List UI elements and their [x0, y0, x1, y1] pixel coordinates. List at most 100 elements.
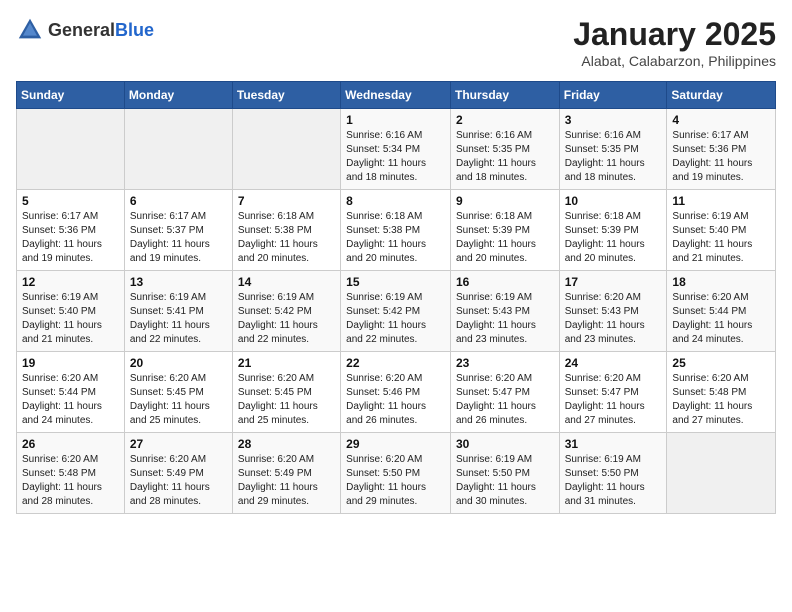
day-number: 25 — [672, 356, 770, 370]
day-cell: 22 Sunrise: 6:20 AMSunset: 5:46 PMDayligh… — [341, 352, 451, 433]
day-cell: 2 Sunrise: 6:16 AMSunset: 5:35 PMDaylight… — [450, 109, 559, 190]
day-number: 22 — [346, 356, 445, 370]
day-number: 2 — [456, 113, 554, 127]
week-row-3: 12 Sunrise: 6:19 AMSunset: 5:40 PMDayligh… — [17, 271, 776, 352]
day-cell: 30Sunrise: 6:19 AMSunset: 5:50 PMDayligh… — [450, 433, 559, 514]
day-number: 27 — [130, 437, 227, 451]
calendar-table: SundayMondayTuesdayWednesdayThursdayFrid… — [16, 81, 776, 514]
day-info: Sunrise: 6:19 AMSunset: 5:41 PMDaylight:… — [130, 291, 227, 347]
month-title: January 2025 — [573, 16, 776, 53]
logo: GeneralBlue — [16, 16, 154, 44]
day-number: 17 — [565, 275, 662, 289]
day-info: Sunrise: 6:20 AMSunset: 5:43 PMDaylight:… — [565, 291, 662, 347]
day-cell: 12 Sunrise: 6:19 AMSunset: 5:40 PMDayligh… — [17, 271, 125, 352]
day-number: 18 — [672, 275, 770, 289]
day-info: Sunrise: 6:20 AMSunset: 5:45 PMDaylight:… — [130, 372, 227, 428]
day-cell: 9 Sunrise: 6:18 AMSunset: 5:39 PMDaylight… — [450, 190, 559, 271]
logo-icon — [16, 16, 44, 44]
day-cell: 20Sunrise: 6:20 AMSunset: 5:45 PMDayligh… — [124, 352, 232, 433]
day-number: 8 — [346, 194, 445, 208]
day-cell: 15 Sunrise: 6:19 AMSunset: 5:42 PMDayligh… — [341, 271, 451, 352]
day-info: Sunrise: 6:20 AMSunset: 5:49 PMDaylight:… — [238, 453, 335, 509]
week-row-2: 5 Sunrise: 6:17 AMSunset: 5:36 PMDaylight… — [17, 190, 776, 271]
col-header-sunday: Sunday — [17, 82, 125, 109]
day-cell — [17, 109, 125, 190]
day-number: 16 — [456, 275, 554, 289]
day-info: Sunrise: 6:20 AMSunset: 5:48 PMDaylight:… — [672, 372, 770, 428]
day-info: Sunrise: 6:18 AMSunset: 5:39 PMDaylight:… — [565, 210, 662, 266]
day-cell: 16 Sunrise: 6:19 AMSunset: 5:43 PMDayligh… — [450, 271, 559, 352]
day-cell: 29Sunrise: 6:20 AMSunset: 5:50 PMDayligh… — [341, 433, 451, 514]
day-info: Sunrise: 6:20 AMSunset: 5:47 PMDaylight:… — [565, 372, 662, 428]
day-number: 14 — [238, 275, 335, 289]
day-cell: 1Sunrise: 6:16 AMSunset: 5:34 PMDaylight… — [341, 109, 451, 190]
day-number: 4 — [672, 113, 770, 127]
day-info: Sunrise: 6:20 AMSunset: 5:44 PMDaylight:… — [22, 372, 119, 428]
day-cell: 25 Sunrise: 6:20 AMSunset: 5:48 PMDayligh… — [667, 352, 776, 433]
day-number: 7 — [238, 194, 335, 208]
day-cell: 31 Sunrise: 6:19 AMSunset: 5:50 PMDayligh… — [559, 433, 667, 514]
day-number: 5 — [22, 194, 119, 208]
day-number: 15 — [346, 275, 445, 289]
day-number: 10 — [565, 194, 662, 208]
day-cell: 19 Sunrise: 6:20 AMSunset: 5:44 PMDayligh… — [17, 352, 125, 433]
day-cell: 18 Sunrise: 6:20 AMSunset: 5:44 PMDayligh… — [667, 271, 776, 352]
day-cell: 10 Sunrise: 6:18 AMSunset: 5:39 PMDayligh… — [559, 190, 667, 271]
col-header-tuesday: Tuesday — [232, 82, 340, 109]
logo-text: GeneralBlue — [48, 20, 154, 41]
day-info: Sunrise: 6:20 AMSunset: 5:45 PMDaylight:… — [238, 372, 335, 428]
day-info: Sunrise: 6:20 AMSunset: 5:50 PMDaylight:… — [346, 453, 445, 509]
day-cell: 14Sunrise: 6:19 AMSunset: 5:42 PMDayligh… — [232, 271, 340, 352]
logo-blue: Blue — [115, 20, 154, 40]
col-header-thursday: Thursday — [450, 82, 559, 109]
day-info: Sunrise: 6:19 AMSunset: 5:50 PMDaylight:… — [565, 453, 662, 509]
day-cell: 26Sunrise: 6:20 AMSunset: 5:48 PMDayligh… — [17, 433, 125, 514]
day-number: 31 — [565, 437, 662, 451]
day-number: 9 — [456, 194, 554, 208]
day-number: 24 — [565, 356, 662, 370]
day-info: Sunrise: 6:20 AMSunset: 5:49 PMDaylight:… — [130, 453, 227, 509]
day-cell: 28Sunrise: 6:20 AMSunset: 5:49 PMDayligh… — [232, 433, 340, 514]
day-info: Sunrise: 6:20 AMSunset: 5:44 PMDaylight:… — [672, 291, 770, 347]
week-row-5: 26Sunrise: 6:20 AMSunset: 5:48 PMDayligh… — [17, 433, 776, 514]
day-number: 19 — [22, 356, 119, 370]
day-info: Sunrise: 6:18 AMSunset: 5:39 PMDaylight:… — [456, 210, 554, 266]
day-cell — [667, 433, 776, 514]
day-cell: 21 Sunrise: 6:20 AMSunset: 5:45 PMDayligh… — [232, 352, 340, 433]
column-headers: SundayMondayTuesdayWednesdayThursdayFrid… — [17, 82, 776, 109]
day-number: 21 — [238, 356, 335, 370]
day-info: Sunrise: 6:19 AMSunset: 5:40 PMDaylight:… — [22, 291, 119, 347]
day-info: Sunrise: 6:20 AMSunset: 5:46 PMDaylight:… — [346, 372, 445, 428]
day-info: Sunrise: 6:16 AMSunset: 5:35 PMDaylight:… — [565, 129, 662, 185]
col-header-monday: Monday — [124, 82, 232, 109]
col-header-friday: Friday — [559, 82, 667, 109]
day-cell — [232, 109, 340, 190]
day-info: Sunrise: 6:20 AMSunset: 5:48 PMDaylight:… — [22, 453, 119, 509]
day-info: Sunrise: 6:17 AMSunset: 5:36 PMDaylight:… — [672, 129, 770, 185]
day-info: Sunrise: 6:16 AMSunset: 5:35 PMDaylight:… — [456, 129, 554, 185]
day-number: 11 — [672, 194, 770, 208]
day-cell: 5 Sunrise: 6:17 AMSunset: 5:36 PMDaylight… — [17, 190, 125, 271]
day-cell: 6Sunrise: 6:17 AMSunset: 5:37 PMDaylight… — [124, 190, 232, 271]
day-cell: 4 Sunrise: 6:17 AMSunset: 5:36 PMDaylight… — [667, 109, 776, 190]
day-cell: 17 Sunrise: 6:20 AMSunset: 5:43 PMDayligh… — [559, 271, 667, 352]
location: Alabat, Calabarzon, Philippines — [573, 53, 776, 69]
page-header: GeneralBlue January 2025 Alabat, Calabar… — [16, 16, 776, 69]
day-cell: 27 Sunrise: 6:20 AMSunset: 5:49 PMDayligh… — [124, 433, 232, 514]
logo-general: General — [48, 20, 115, 40]
day-cell: 13Sunrise: 6:19 AMSunset: 5:41 PMDayligh… — [124, 271, 232, 352]
day-info: Sunrise: 6:18 AMSunset: 5:38 PMDaylight:… — [238, 210, 335, 266]
day-info: Sunrise: 6:17 AMSunset: 5:36 PMDaylight:… — [22, 210, 119, 266]
day-info: Sunrise: 6:18 AMSunset: 5:38 PMDaylight:… — [346, 210, 445, 266]
day-info: Sunrise: 6:16 AMSunset: 5:34 PMDaylight:… — [346, 129, 445, 185]
day-info: Sunrise: 6:19 AMSunset: 5:42 PMDaylight:… — [346, 291, 445, 347]
day-info: Sunrise: 6:17 AMSunset: 5:37 PMDaylight:… — [130, 210, 227, 266]
week-row-1: 1Sunrise: 6:16 AMSunset: 5:34 PMDaylight… — [17, 109, 776, 190]
day-info: Sunrise: 6:19 AMSunset: 5:43 PMDaylight:… — [456, 291, 554, 347]
day-cell — [124, 109, 232, 190]
day-info: Sunrise: 6:20 AMSunset: 5:47 PMDaylight:… — [456, 372, 554, 428]
day-number: 3 — [565, 113, 662, 127]
day-cell: 23 Sunrise: 6:20 AMSunset: 5:47 PMDayligh… — [450, 352, 559, 433]
day-number: 23 — [456, 356, 554, 370]
day-number: 12 — [22, 275, 119, 289]
